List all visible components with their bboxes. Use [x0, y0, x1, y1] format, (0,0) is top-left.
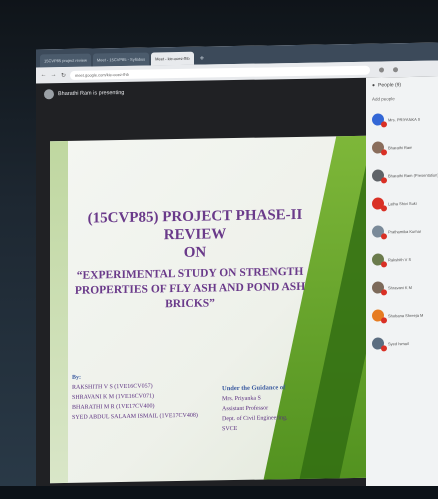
- participant-avatar: [372, 253, 387, 268]
- participant-name: Mrs. PRIYANKA S: [388, 116, 421, 122]
- reload-icon[interactable]: ↻: [60, 71, 67, 78]
- new-tab-button[interactable]: +: [196, 52, 209, 65]
- mic-muted-icon: [381, 205, 387, 212]
- participant-avatar: [372, 309, 387, 324]
- os-taskbar: [0, 486, 438, 499]
- guide-line: SVCE: [222, 425, 238, 433]
- browser-tab[interactable]: Meet - 15CVP85 - Syllabus: [92, 52, 150, 67]
- participant-avatar: [372, 169, 387, 184]
- mic-muted-icon: [381, 261, 387, 268]
- participant-row[interactable]: Syed Ismail: [366, 328, 438, 357]
- url-field[interactable]: meet.google.com/kie-ooez-fhb: [70, 65, 370, 80]
- participant-row[interactable]: Rakshith V S: [366, 244, 438, 273]
- participant-row[interactable]: Bharathi Ram: [366, 132, 438, 161]
- participant-name: Syed Ismail: [388, 340, 409, 346]
- participant-avatar: [372, 113, 387, 128]
- people-title: People (9): [378, 82, 402, 89]
- back-icon[interactable]: ←: [40, 72, 47, 78]
- participant-name: Shobana Shreeja M: [388, 312, 424, 318]
- guide-block: Under the Guidance of Mrs. Priyanka S As…: [222, 383, 322, 435]
- people-icon: ●: [372, 82, 376, 89]
- slide-content: (15CVP85) PROJECT PHASE-II REVIEW ON “EX…: [50, 137, 320, 484]
- mic-muted-icon: [381, 177, 387, 184]
- monitor-screen: 15CVP85 project review Meet - 15CVP85 - …: [36, 42, 438, 498]
- participant-name: Prathamika Kumar: [388, 228, 422, 234]
- mic-muted-icon: [381, 289, 387, 296]
- participant-name: Rakshith V S: [388, 256, 412, 262]
- browser-tab-active[interactable]: Meet - kie-ooez-fhb: [151, 51, 194, 66]
- mic-muted-icon: [381, 121, 387, 128]
- participant-avatar: [372, 197, 387, 212]
- presenter-label: Bharathi Ram is presenting: [58, 89, 125, 98]
- mic-muted-icon: [381, 149, 387, 156]
- participant-row[interactable]: Shravani K M: [366, 272, 438, 301]
- participant-avatar: [372, 225, 387, 240]
- participant-name: Bharathi Ram (Presentation): [388, 171, 438, 178]
- people-panel: ● People (9) Add people Mrs. PRIYANKA SB…: [366, 76, 438, 492]
- participant-row[interactable]: Mrs. PRIYANKA S: [366, 104, 438, 133]
- shared-slide: (15CVP85) PROJECT PHASE-II REVIEW ON “EX…: [50, 135, 368, 484]
- participant-avatar: [372, 141, 387, 156]
- participant-name: Shravani K M: [388, 284, 413, 290]
- slide-topic: “EXPERIMENTAL STUDY ON STRENGTH PROPERTI…: [74, 265, 306, 311]
- mic-muted-icon: [381, 317, 387, 324]
- presenter-bar: Bharathi Ram is presenting: [36, 78, 366, 106]
- people-header: ● People (9): [366, 76, 438, 93]
- participant-list: Mrs. PRIYANKA S Bharathi Ram Bharathi Ram …: [366, 104, 438, 357]
- participant-row[interactable]: Shobana Shreeja M: [366, 300, 438, 329]
- participant-row[interactable]: Bharathi Ram (Presentation): [366, 160, 438, 189]
- meet-call-area: Bharathi Ram is presenting (15CVP85) PRO…: [36, 76, 438, 498]
- slide-title: ON: [183, 244, 207, 261]
- mic-muted-icon: [381, 345, 387, 352]
- participant-row[interactable]: Latha Shivi Suki: [366, 188, 438, 217]
- participant-avatar: [372, 337, 387, 352]
- participant-avatar: [372, 281, 387, 296]
- extension-icon[interactable]: [379, 66, 384, 73]
- participant-name: Bharathi Ram: [388, 144, 413, 150]
- profile-avatar-icon[interactable]: [393, 66, 398, 72]
- presenter-avatar: [44, 89, 54, 100]
- participant-row[interactable]: Prathamika Kumar: [366, 216, 438, 245]
- browser-tab[interactable]: 15CVP85 project review: [40, 53, 91, 68]
- forward-icon[interactable]: →: [50, 72, 57, 78]
- mic-muted-icon: [381, 233, 387, 240]
- participant-name: Latha Shivi Suki: [388, 200, 417, 206]
